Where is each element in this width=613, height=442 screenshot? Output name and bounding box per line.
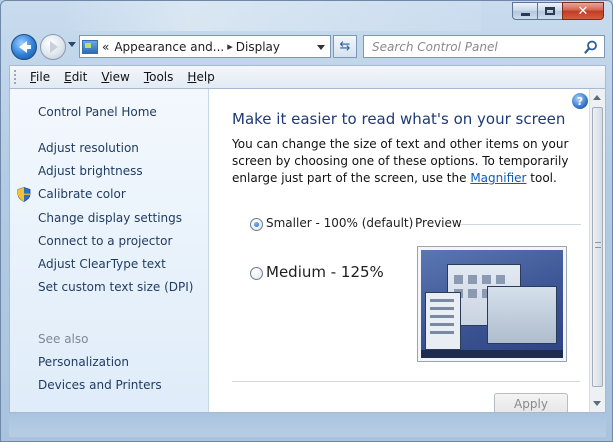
bottom-divider: [232, 381, 580, 382]
menu-file[interactable]: File: [23, 70, 57, 84]
preview-line: [430, 331, 454, 334]
preview-desktop: [421, 250, 563, 358]
control-panel-home-link[interactable]: Control Panel Home: [38, 105, 157, 119]
task-adjust-brightness[interactable]: Adjust brightness: [38, 164, 143, 178]
search-input[interactable]: Search Control Panel: [363, 35, 605, 58]
menu-help[interactable]: Help: [180, 70, 221, 84]
menu-edit-rest: dit: [71, 70, 88, 84]
breadcrumb-separator-icon[interactable]: ▸: [227, 40, 233, 53]
menu-file-rest: ile: [36, 70, 51, 84]
preview-taskbar: [421, 350, 563, 358]
menu-view-rest: iew: [109, 70, 130, 84]
menu-tools-rest: ools: [149, 70, 174, 84]
preview-label: Preview: [415, 216, 462, 230]
radio-smaller[interactable]: [250, 218, 263, 231]
preview-window-list: [425, 292, 461, 350]
menu-help-rest: elp: [196, 70, 215, 84]
caption-buttons: ✕: [512, 2, 604, 20]
preview-window-front: [487, 286, 557, 344]
blurred-background: [61, 1, 481, 31]
help-icon[interactable]: ?: [572, 93, 588, 109]
scroll-grip: [595, 242, 601, 248]
close-button[interactable]: ✕: [562, 2, 604, 20]
radio-medium[interactable]: [250, 267, 263, 280]
page-title: Make it easier to read what's on your sc…: [232, 110, 566, 128]
task-change-display-settings[interactable]: Change display settings: [38, 211, 182, 225]
control-panel-icon: [82, 39, 98, 54]
scroll-down-icon[interactable]: [593, 401, 601, 406]
search-placeholder: Search Control Panel: [372, 39, 498, 54]
navigation-bar: « Appearance and... ▸ Display ⇆ Search C…: [9, 32, 606, 62]
breadcrumb-appearance[interactable]: Appearance and...: [114, 40, 224, 54]
preview-tile: [496, 275, 505, 284]
window-frame: ✕ « Appearance and... ▸ Display ⇆ Search…: [0, 0, 613, 442]
main-pane: ? Make it easier to read what's on your …: [210, 89, 590, 412]
menu-bar: File Edit View Tools Help: [9, 65, 606, 88]
task-adjust-resolution[interactable]: Adjust resolution: [38, 141, 139, 155]
apply-button[interactable]: Apply: [494, 393, 568, 412]
preview-tile: [454, 275, 463, 284]
preview-line: [430, 323, 454, 326]
option-medium-label[interactable]: Medium - 125%: [266, 263, 384, 281]
uac-shield-icon: [17, 187, 31, 202]
preview-image: [417, 246, 567, 362]
forward-arrow-icon: [50, 41, 58, 53]
description-tail: tool.: [526, 171, 557, 185]
preview-line: [430, 299, 454, 302]
minimize-icon: [520, 12, 530, 16]
menu-edit[interactable]: Edit: [57, 70, 94, 84]
preview-tile: [482, 275, 491, 284]
maximize-button[interactable]: [537, 2, 563, 20]
task-connect-projector[interactable]: Connect to a projector: [38, 234, 172, 248]
minimize-button[interactable]: [512, 2, 538, 20]
window-bottom-edge: [9, 413, 606, 437]
scroll-up-icon[interactable]: [593, 95, 601, 100]
preview-line: [430, 315, 454, 318]
page-description: You can change the size of text and othe…: [232, 136, 584, 187]
task-custom-text-size[interactable]: Set custom text size (DPI): [38, 280, 193, 294]
preview-divider: [461, 224, 581, 225]
content-area: Control Panel Home Adjust resolution Adj…: [9, 88, 606, 413]
preview-line: [430, 307, 454, 310]
back-button[interactable]: [11, 34, 37, 60]
menu-view[interactable]: View: [94, 70, 136, 84]
preview-tile: [468, 289, 477, 298]
see-also-personalization[interactable]: Personalization: [38, 355, 129, 369]
menu-grip: [14, 70, 17, 84]
magnifier-link[interactable]: Magnifier: [470, 171, 526, 185]
refresh-icon: ⇆: [339, 39, 351, 54]
task-calibrate-color[interactable]: Calibrate color: [38, 187, 126, 201]
search-icon[interactable]: [584, 40, 598, 54]
breadcrumb-prefix[interactable]: «: [102, 40, 109, 54]
option-smaller-label[interactable]: Smaller - 100% (default): [266, 216, 413, 230]
vertical-scrollbar[interactable]: [589, 89, 605, 412]
maximize-icon: [545, 7, 555, 15]
back-arrow-icon: [19, 41, 31, 53]
task-pane: Control Panel Home Adjust resolution Adj…: [10, 89, 209, 412]
menu-tools[interactable]: Tools: [137, 70, 181, 84]
preview-tile: [468, 275, 477, 284]
address-dropdown-icon[interactable]: [317, 45, 325, 50]
see-also-devices-printers[interactable]: Devices and Printers: [38, 378, 162, 392]
recent-pages-dropdown[interactable]: [68, 42, 76, 47]
breadcrumb-display[interactable]: Display: [236, 40, 280, 54]
forward-button[interactable]: [40, 34, 66, 60]
address-bar[interactable]: « Appearance and... ▸ Display: [79, 35, 331, 58]
scroll-thumb[interactable]: [592, 107, 603, 387]
close-icon: ✕: [577, 3, 589, 19]
see-also-heading: See also: [38, 332, 89, 346]
menu-edit-accel: E: [64, 70, 72, 84]
refresh-button[interactable]: ⇆: [333, 35, 357, 58]
task-adjust-cleartype[interactable]: Adjust ClearType text: [38, 257, 166, 271]
